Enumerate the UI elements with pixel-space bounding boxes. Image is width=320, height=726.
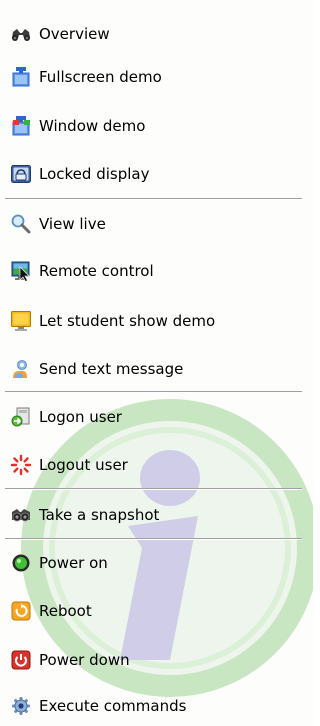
menu-item-window-demo[interactable]: Window demo bbox=[0, 106, 313, 146]
computer-actions-menu: Overview Fullscreen demo Window demo Loc… bbox=[0, 0, 313, 726]
magnifier-icon bbox=[10, 213, 32, 235]
menu-item-reboot[interactable]: Reboot bbox=[0, 591, 313, 631]
menu-item-let-student-show-demo[interactable]: Let student show demo bbox=[0, 301, 313, 341]
menu-item-label: Execute commands bbox=[39, 697, 187, 715]
menu-item-label: Reboot bbox=[39, 602, 92, 620]
menu-item-label: Take a snapshot bbox=[39, 506, 160, 524]
power-on-icon bbox=[10, 552, 32, 574]
remote-control-icon bbox=[10, 260, 32, 282]
menu-item-logout-user[interactable]: Logout user bbox=[0, 445, 313, 485]
menu-item-logon-user[interactable]: Logon user bbox=[0, 397, 313, 437]
menu-item-fullscreen-demo[interactable]: Fullscreen demo bbox=[0, 57, 313, 97]
logout-user-icon bbox=[10, 454, 32, 476]
menu-separator bbox=[5, 391, 302, 393]
window-demo-icon bbox=[10, 115, 32, 137]
send-message-icon bbox=[10, 358, 32, 380]
menu-separator bbox=[5, 538, 302, 540]
menu-separator bbox=[5, 488, 302, 490]
logon-user-icon bbox=[10, 406, 32, 428]
menu-item-label: Locked display bbox=[39, 165, 150, 183]
menu-item-label: Overview bbox=[39, 25, 110, 43]
camera-icon bbox=[10, 504, 32, 526]
fullscreen-demo-icon bbox=[10, 66, 32, 88]
locked-display-icon bbox=[10, 163, 32, 185]
menu-item-view-live[interactable]: View live bbox=[0, 204, 313, 244]
binoculars-icon bbox=[10, 23, 32, 45]
menu-item-send-text-message[interactable]: Send text message bbox=[0, 349, 313, 389]
execute-commands-icon bbox=[10, 695, 32, 717]
menu-item-label: Fullscreen demo bbox=[39, 68, 162, 86]
menu-item-label: Let student show demo bbox=[39, 312, 216, 330]
student-demo-icon bbox=[10, 310, 32, 332]
menu-item-execute-commands[interactable]: Execute commands bbox=[0, 686, 313, 726]
menu-item-label: View live bbox=[39, 215, 106, 233]
menu-item-overview[interactable]: Overview bbox=[0, 14, 313, 54]
menu-item-label: Logout user bbox=[39, 456, 128, 474]
menu-item-locked-display[interactable]: Locked display bbox=[0, 154, 313, 194]
power-down-icon bbox=[10, 649, 32, 671]
menu-item-remote-control[interactable]: Remote control bbox=[0, 251, 313, 291]
menu-item-power-on[interactable]: Power on bbox=[0, 543, 313, 583]
menu-list: Overview Fullscreen demo Window demo Loc… bbox=[0, 0, 313, 726]
reboot-icon bbox=[10, 600, 32, 622]
menu-separator bbox=[5, 198, 302, 200]
menu-item-label: Window demo bbox=[39, 117, 146, 135]
menu-item-take-a-snapshot[interactable]: Take a snapshot bbox=[0, 495, 313, 535]
menu-item-label: Logon user bbox=[39, 408, 122, 426]
menu-item-power-down[interactable]: Power down bbox=[0, 640, 313, 680]
menu-item-label: Remote control bbox=[39, 262, 154, 280]
menu-item-label: Power on bbox=[39, 554, 108, 572]
menu-item-label: Power down bbox=[39, 651, 130, 669]
menu-item-label: Send text message bbox=[39, 360, 184, 378]
